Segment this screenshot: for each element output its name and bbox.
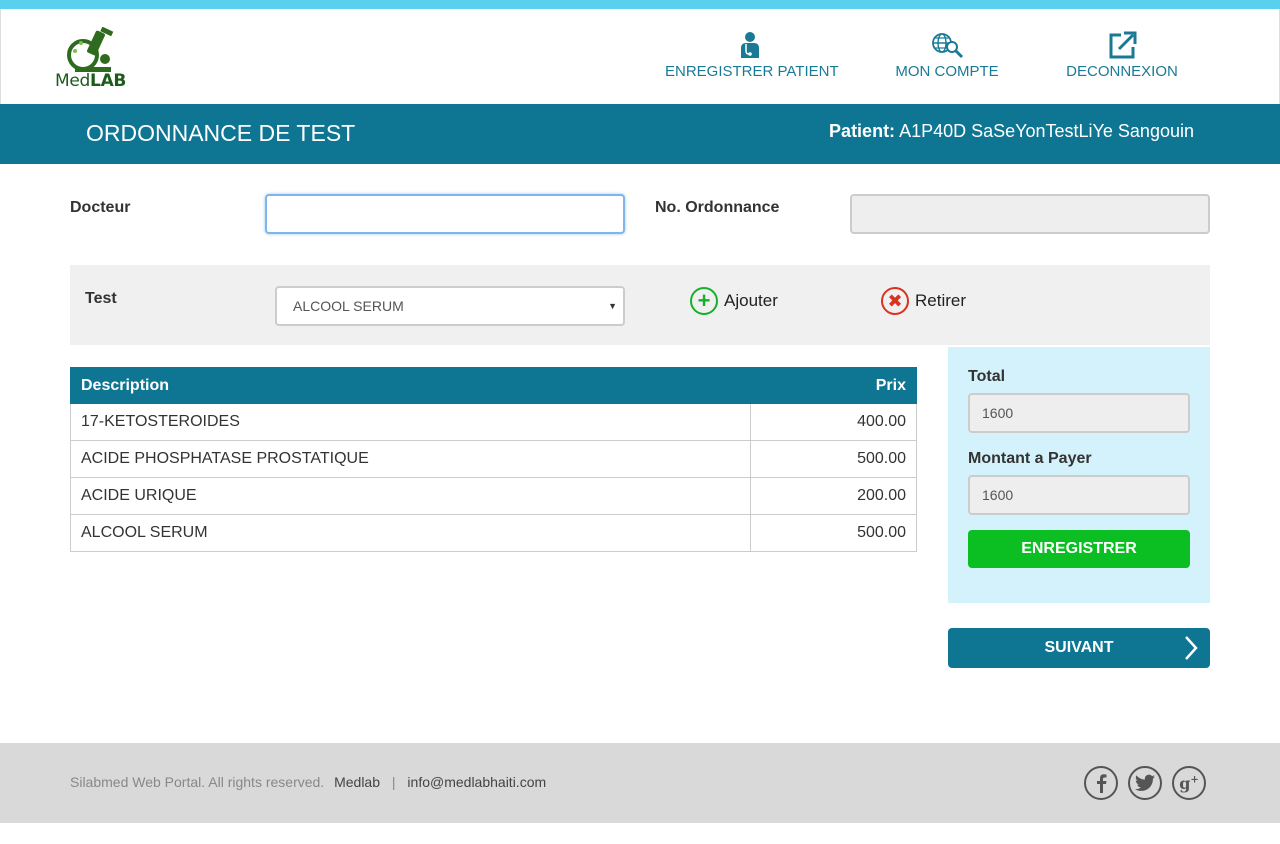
summary-panel: Total 1600 Montant a Payer 1600 ENREGIST… bbox=[948, 347, 1210, 603]
close-circle-icon: ✖ bbox=[881, 287, 909, 315]
row-price: 200.00 bbox=[750, 477, 917, 515]
footer: Silabmed Web Portal. All rights reserved… bbox=[0, 743, 1280, 823]
row-price: 400.00 bbox=[750, 403, 917, 441]
add-label: Ajouter bbox=[724, 291, 778, 310]
google-plus-icon[interactable]: g+ bbox=[1172, 766, 1206, 800]
chevron-down-icon: ▼ bbox=[608, 301, 617, 311]
test-select[interactable]: ALCOOL SERUM ▼ bbox=[275, 286, 625, 326]
nav-my-account[interactable]: MON COMPTE bbox=[877, 31, 1017, 80]
top-accent-bar bbox=[0, 0, 1280, 9]
next-label: SUIVANT bbox=[1044, 639, 1114, 656]
remove-test-button[interactable]: ✖ Retirer bbox=[881, 287, 966, 315]
test-select-value: ALCOOL SERUM bbox=[293, 298, 404, 314]
row-price: 500.00 bbox=[750, 514, 917, 552]
copyright-text: Silabmed Web Portal. All rights reserved… bbox=[70, 774, 325, 790]
total-input[interactable]: 1600 bbox=[968, 393, 1190, 433]
test-selector-bar: Test ALCOOL SERUM ▼ + Ajouter ✖ Retirer bbox=[70, 265, 1210, 345]
next-button[interactable]: SUIVANT bbox=[948, 628, 1210, 668]
ordonnance-label: No. Ordonnance bbox=[655, 199, 780, 216]
doctor-icon bbox=[741, 32, 759, 58]
logo-text: MedLAB bbox=[55, 71, 127, 91]
header-price[interactable]: Prix bbox=[750, 367, 917, 404]
header: MedLAB ENREGISTRER PATIENT MON COMPTE DE… bbox=[0, 9, 1280, 104]
table-row[interactable]: ACIDE PHOSPHATASE PROSTATIQUE 500.00 bbox=[70, 440, 917, 478]
remove-label: Retirer bbox=[915, 291, 967, 310]
patient-value: A1P40D SaSeYonTestLiYe Sangouin bbox=[899, 121, 1194, 141]
nav-logout[interactable]: DECONNEXION bbox=[1057, 31, 1187, 80]
amount-to-pay-input[interactable]: 1600 bbox=[968, 475, 1190, 515]
doctor-label: Docteur bbox=[70, 199, 131, 216]
save-button[interactable]: ENREGISTRER bbox=[968, 530, 1190, 568]
doctor-input[interactable] bbox=[265, 194, 625, 234]
row-description: ALCOOL SERUM bbox=[70, 514, 751, 552]
footer-text: Silabmed Web Portal. All rights reserved… bbox=[70, 774, 546, 790]
row-price: 500.00 bbox=[750, 440, 917, 478]
medlab-logo[interactable]: MedLAB bbox=[53, 27, 143, 101]
nav-register-patient[interactable]: ENREGISTRER PATIENT bbox=[665, 31, 839, 80]
row-description: ACIDE PHOSPHATASE PROSTATIQUE bbox=[70, 440, 751, 478]
medlab-link[interactable]: Medlab bbox=[334, 774, 380, 790]
row-description: ACIDE URIQUE bbox=[70, 477, 751, 515]
test-label: Test bbox=[85, 290, 117, 307]
email-link[interactable]: info@medlabhaiti.com bbox=[407, 774, 546, 790]
table-header-row: Description Prix bbox=[70, 367, 917, 404]
footer-separator: | bbox=[391, 774, 396, 790]
ordonnance-input[interactable] bbox=[850, 194, 1210, 234]
table-row[interactable]: ALCOOL SERUM 500.00 bbox=[70, 514, 917, 552]
table-row[interactable]: 17-KETOSTEROIDES 400.00 bbox=[70, 403, 917, 441]
patient-info: Patient: A1P40D SaSeYonTestLiYe Sangouin bbox=[829, 121, 1194, 141]
facebook-icon[interactable] bbox=[1084, 766, 1118, 800]
total-label: Total bbox=[968, 368, 1006, 385]
amount-to-pay-label: Montant a Payer bbox=[968, 450, 1092, 467]
plus-circle-icon: + bbox=[690, 287, 718, 315]
page-title: ORDONNANCE DE TEST bbox=[86, 120, 356, 146]
chevron-right-icon bbox=[1185, 636, 1198, 660]
table-row[interactable]: ACIDE URIQUE 200.00 bbox=[70, 477, 917, 515]
external-link-icon bbox=[1109, 31, 1137, 59]
twitter-icon[interactable] bbox=[1128, 766, 1162, 800]
add-test-button[interactable]: + Ajouter bbox=[690, 287, 778, 315]
row-description: 17-KETOSTEROIDES bbox=[70, 403, 751, 441]
test-items-table: Description Prix 17-KETOSTEROIDES 400.00… bbox=[70, 367, 917, 552]
microscope-icon bbox=[67, 27, 114, 72]
globe-search-icon bbox=[932, 33, 964, 59]
page-titlebar: ORDONNANCE DE TEST Patient: A1P40D SaSeY… bbox=[0, 104, 1280, 164]
header-description[interactable]: Description bbox=[70, 367, 751, 404]
